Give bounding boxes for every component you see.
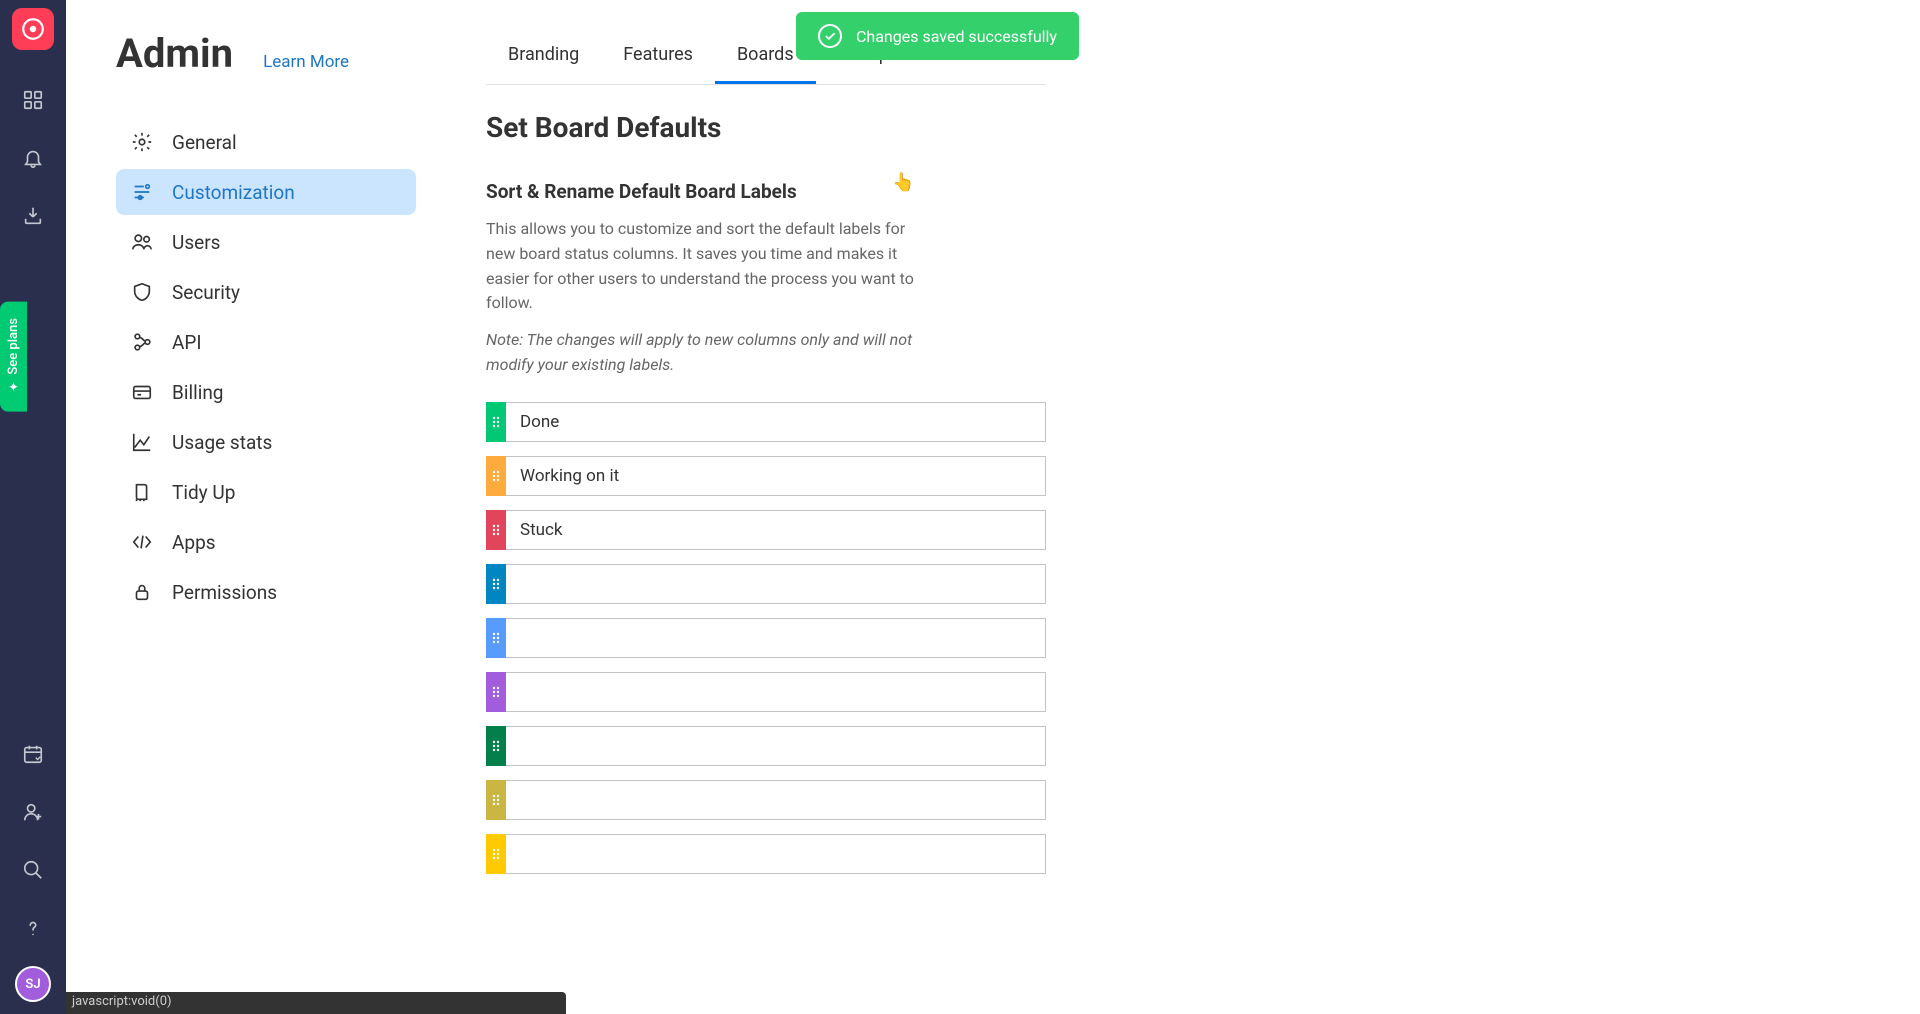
usage-stats-icon bbox=[130, 430, 154, 454]
nav-item-label: Users bbox=[172, 231, 220, 254]
drag-handle-icon[interactable] bbox=[486, 780, 506, 820]
workspaces-icon[interactable] bbox=[13, 80, 53, 120]
users-icon bbox=[130, 230, 154, 254]
main-area: Changes saved successfully Admin Learn M… bbox=[66, 0, 1920, 1014]
drag-handle-icon[interactable] bbox=[486, 726, 506, 766]
label-row bbox=[486, 780, 1046, 820]
nav-item-label: API bbox=[172, 331, 202, 354]
help-icon[interactable] bbox=[13, 908, 53, 948]
section-description: This allows you to customize and sort th… bbox=[486, 217, 926, 316]
nav-item-label: Security bbox=[172, 281, 240, 304]
nav-item-label: Apps bbox=[172, 531, 216, 554]
browser-statusbar: javascript:void(0) bbox=[66, 992, 566, 1014]
general-icon bbox=[130, 130, 154, 154]
nav-item-label: General bbox=[172, 131, 237, 154]
nav-item-customization[interactable]: Customization bbox=[116, 169, 416, 215]
label-input[interactable] bbox=[506, 834, 1046, 874]
label-row bbox=[486, 456, 1046, 496]
nav-item-permissions[interactable]: Permissions bbox=[116, 569, 416, 615]
permissions-icon bbox=[130, 580, 154, 604]
label-row bbox=[486, 618, 1046, 658]
nav-item-tidy-up[interactable]: Tidy Up bbox=[116, 469, 416, 515]
label-row bbox=[486, 402, 1046, 442]
toast-message: Changes saved successfully bbox=[856, 27, 1057, 46]
nav-item-api[interactable]: API bbox=[116, 319, 416, 365]
security-icon bbox=[130, 280, 154, 304]
admin-sidebar: Admin Learn More General Customization Use… bbox=[116, 30, 416, 874]
user-avatar[interactable]: SJ bbox=[15, 966, 51, 1002]
drag-handle-icon[interactable] bbox=[486, 618, 506, 658]
nav-item-billing[interactable]: Billing bbox=[116, 369, 416, 415]
settings-panel: BrandingFeaturesBoardsUser profile Set B… bbox=[486, 30, 1046, 874]
label-input[interactable] bbox=[506, 672, 1046, 712]
apps-icon bbox=[130, 530, 154, 554]
drag-handle-icon[interactable] bbox=[486, 834, 506, 874]
label-input[interactable] bbox=[506, 402, 1046, 442]
calendar-icon[interactable] bbox=[13, 734, 53, 774]
panel-title: Set Board Defaults bbox=[486, 111, 1046, 144]
label-input[interactable] bbox=[506, 510, 1046, 550]
section-note: Note: The changes will apply to new colu… bbox=[486, 328, 926, 378]
drag-handle-icon[interactable] bbox=[486, 672, 506, 712]
search-icon[interactable] bbox=[13, 850, 53, 890]
nav-item-label: Customization bbox=[172, 181, 295, 204]
label-row bbox=[486, 510, 1046, 550]
tab-features[interactable]: Features bbox=[601, 30, 715, 84]
label-input[interactable] bbox=[506, 564, 1046, 604]
nav-item-users[interactable]: Users bbox=[116, 219, 416, 265]
customization-icon bbox=[130, 180, 154, 204]
label-input[interactable] bbox=[506, 780, 1046, 820]
billing-icon bbox=[130, 380, 154, 404]
nav-item-apps[interactable]: Apps bbox=[116, 519, 416, 565]
nav-item-label: Permissions bbox=[172, 581, 277, 604]
label-row bbox=[486, 564, 1046, 604]
notifications-icon[interactable] bbox=[13, 138, 53, 178]
check-icon bbox=[818, 24, 842, 48]
label-input[interactable] bbox=[506, 618, 1046, 658]
label-input[interactable] bbox=[506, 456, 1046, 496]
nav-item-security[interactable]: Security bbox=[116, 269, 416, 315]
drag-handle-icon[interactable] bbox=[486, 510, 506, 550]
nav-item-general[interactable]: General bbox=[116, 119, 416, 165]
app-logo[interactable] bbox=[12, 8, 54, 50]
see-plans-button[interactable]: See plans bbox=[0, 302, 27, 412]
label-row bbox=[486, 834, 1046, 874]
label-input[interactable] bbox=[506, 726, 1046, 766]
drag-handle-icon[interactable] bbox=[486, 564, 506, 604]
section-title: Sort & Rename Default Board Labels bbox=[486, 180, 1046, 203]
success-toast: Changes saved successfully bbox=[796, 12, 1079, 60]
nav-item-label: Usage stats bbox=[172, 431, 272, 454]
nav-item-label: Billing bbox=[172, 381, 223, 404]
label-row bbox=[486, 726, 1046, 766]
tidy-up-icon bbox=[130, 480, 154, 504]
api-icon bbox=[130, 330, 154, 354]
invite-icon[interactable] bbox=[13, 792, 53, 832]
inbox-icon[interactable] bbox=[13, 196, 53, 236]
tab-branding[interactable]: Branding bbox=[486, 30, 601, 84]
page-title: Admin bbox=[116, 30, 233, 77]
nav-item-usage-stats[interactable]: Usage stats bbox=[116, 419, 416, 465]
drag-handle-icon[interactable] bbox=[486, 402, 506, 442]
label-row bbox=[486, 672, 1046, 712]
drag-handle-icon[interactable] bbox=[486, 456, 506, 496]
nav-item-label: Tidy Up bbox=[172, 481, 235, 504]
learn-more-link[interactable]: Learn More bbox=[263, 52, 349, 72]
left-rail: See plans SJ bbox=[0, 0, 66, 1014]
